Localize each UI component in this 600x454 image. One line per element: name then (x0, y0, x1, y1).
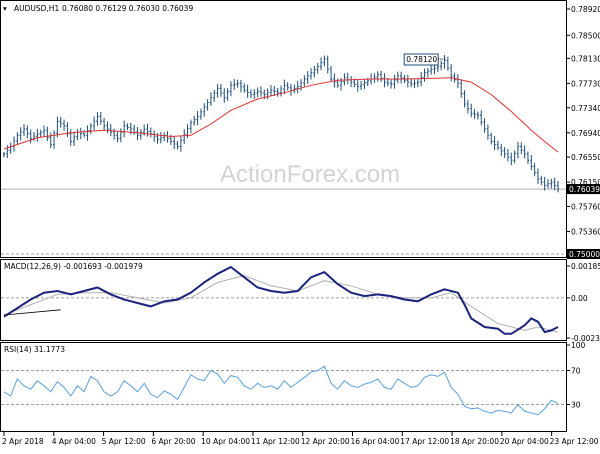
time-axis: 2 Apr 2018 4 Apr 04:00 5 Apr 12:00 6 Apr 20… (2, 432, 599, 446)
watermark: ActionForex.com (220, 161, 400, 188)
rsi-pane[interactable] (0, 342, 567, 432)
price-pane[interactable] (0, 0, 567, 258)
macd-axis: 0.0018570.00-0.002343 (566, 262, 600, 343)
price-grid (1, 188, 566, 255)
macd-main-line (3, 265, 559, 335)
current-price-label: 0.76039 (569, 185, 600, 194)
time-tick-label: 20 Apr 04:00 (500, 437, 549, 446)
collapse-arrow-icon[interactable]: ▾ (3, 4, 7, 13)
price-tick-label: 0.75760 (571, 203, 600, 212)
rsi-title: RSI(14) 31.1773 (4, 345, 65, 354)
macd-title: MACD(12,26,9) -0.001693 -0.001979 (4, 262, 143, 271)
time-tick-label: 5 Apr 12:00 (102, 437, 146, 446)
price-tick-label: 0.78920 (571, 5, 600, 14)
price-tick-label: 0.77730 (571, 79, 600, 88)
macd-tick-label: 0.001857 (571, 262, 600, 271)
price-tick-label: 0.77340 (571, 104, 600, 113)
time-tick-label: 10 Apr 04:00 (201, 437, 250, 446)
price-annotation: 0.78120 (403, 53, 447, 66)
time-tick-label: 12 Apr 20:00 (301, 437, 350, 446)
price-tick-label: 0.76550 (571, 153, 600, 162)
price-tick-label: 0.78500 (571, 31, 600, 40)
price-tick-label: 0.76940 (571, 129, 600, 138)
ohlc-values: 0.76080 0.76129 0.76030 0.76039 (62, 4, 193, 13)
time-tick-label: 17 Apr 12:00 (400, 437, 449, 446)
rsi-axis: 100 70 30 (566, 341, 586, 410)
macd-tick-label: 0.00 (571, 294, 588, 303)
trading-chart[interactable]: ActionForex.com AUDUSD,H1 0.76080 0.7612… (0, 0, 600, 450)
macd-pane[interactable] (0, 259, 567, 341)
time-tick-label: 11 Apr 12:00 (251, 437, 300, 446)
pane-frames (0, 0, 567, 432)
price-tick-label: 0.78130 (571, 54, 600, 63)
annotation-label: 0.78120 (406, 55, 437, 64)
time-tick-label: 4 Apr 04:00 (52, 437, 96, 446)
rsi-line (3, 365, 559, 416)
rsi-tick-label: 100 (571, 341, 586, 350)
price-axis: 0.78920 0.78500 0.78130 0.77730 0.77340 0.769… (566, 5, 600, 259)
time-tick-label: 23 Apr 12:00 (550, 437, 599, 446)
time-tick-label: 2 Apr 2018 (2, 437, 44, 446)
macd-signal-line (3, 274, 559, 333)
symbol-label: AUDUSD,H1 (14, 4, 59, 13)
level-label: 0.75000 (569, 250, 600, 259)
chart-canvas[interactable]: ActionForex.com AUDUSD,H1 0.76080 0.7612… (0, 0, 600, 450)
time-tick-label: 6 Apr 20:00 (151, 437, 195, 446)
price-tick-label: 0.75360 (571, 228, 600, 237)
rsi-tick-label: 30 (571, 401, 581, 410)
time-tick-label: 18 Apr 20:00 (450, 437, 499, 446)
rsi-tick-label: 70 (571, 367, 581, 376)
time-tick-label: 16 Apr 04:00 (351, 437, 400, 446)
